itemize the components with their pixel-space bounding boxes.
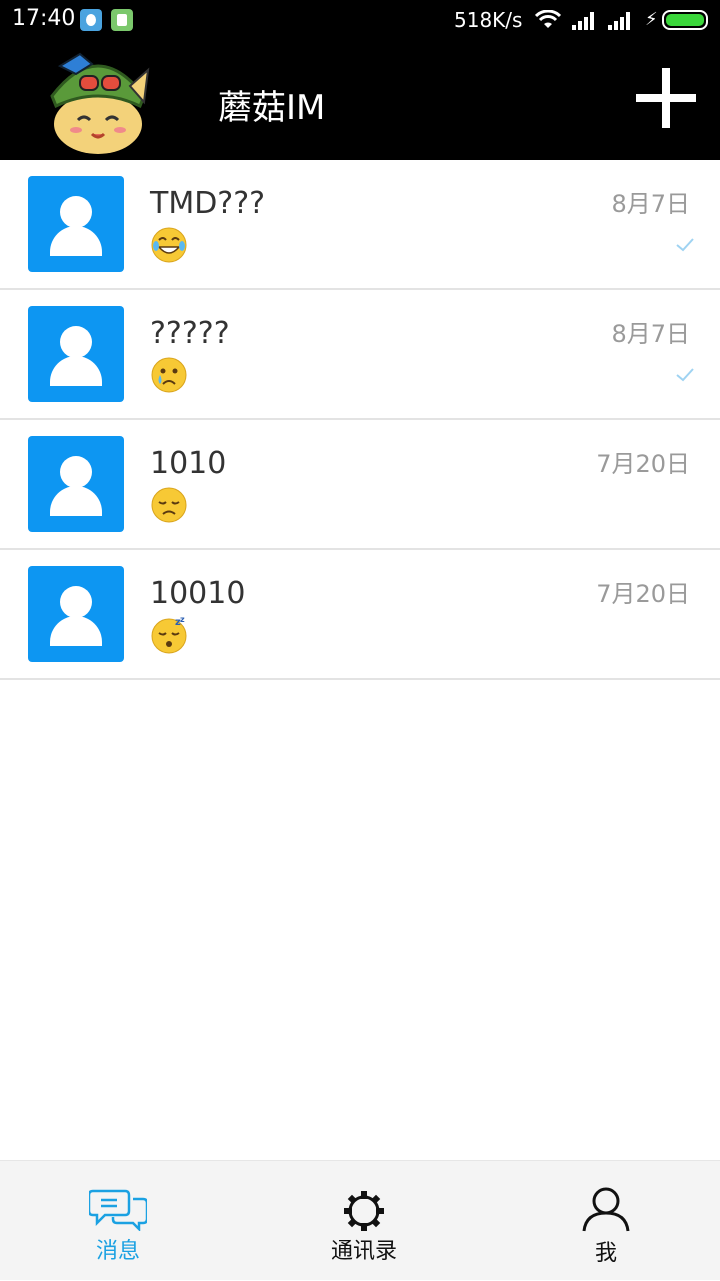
tab-contacts[interactable]: 通讯录 [264,1161,464,1281]
upload-icon [80,9,102,31]
conversation-list: TMD??? 8月7日 ????? 8月7日 1010 7月20日 10010 … [0,160,720,680]
charging-icon: ⚡ [645,9,658,30]
conversation-row[interactable]: 1010 7月20日 [0,420,720,550]
read-check-icon [676,238,694,252]
conversation-row[interactable]: ????? 8月7日 [0,290,720,420]
tab-me-label: 我 [594,1241,617,1266]
avatar [28,436,124,532]
chat-bubbles-icon [89,1189,147,1231]
tab-messages[interactable]: 消息 [18,1161,218,1281]
conversation-row[interactable]: 10010 z z 7月20日 [0,550,720,680]
disappointed-emoji [151,487,187,523]
network-speed: 518K/s [454,8,523,32]
bottom-nav: 消息 通讯录 我 [0,1160,720,1280]
conversation-date: 8月7日 [611,190,690,218]
tab-contacts-label: 通讯录 [330,1239,397,1264]
conversation-name: 1010 [150,446,227,481]
tab-messages-label: 消息 [95,1239,140,1264]
read-check-icon [676,368,694,382]
joy-emoji [151,227,187,263]
signal-icon [572,12,594,30]
app-bar: 蘑菇IM [0,40,720,160]
battery-icon [662,10,708,30]
app-title: 蘑菇IM [218,88,326,128]
conversation-row[interactable]: TMD??? 8月7日 [0,160,720,290]
status-time: 17:40 [12,6,76,31]
sleeping-emoji: z z [151,616,187,654]
clipboard-icon [111,9,133,31]
tab-me[interactable]: 我 [506,1161,706,1281]
cry-emoji [151,357,187,393]
wifi-icon [535,10,561,28]
conversation-name: 10010 [150,576,246,611]
avatar [28,306,124,402]
add-button[interactable] [636,68,696,128]
conversation-name: TMD??? [150,186,266,221]
teemo-logo[interactable] [40,46,156,158]
avatar [28,176,124,272]
signal-icon [608,12,630,30]
status-bar: 17:40 518K/s ⚡ [0,0,720,40]
conversation-date: 7月20日 [596,580,690,608]
person-icon [582,1187,630,1232]
conversation-name: ????? [150,316,230,351]
conversation-date: 7月20日 [596,450,690,478]
conversation-date: 8月7日 [611,320,690,348]
avatar [28,566,124,662]
gear-icon [344,1191,384,1231]
svg-text:z: z [180,616,185,624]
